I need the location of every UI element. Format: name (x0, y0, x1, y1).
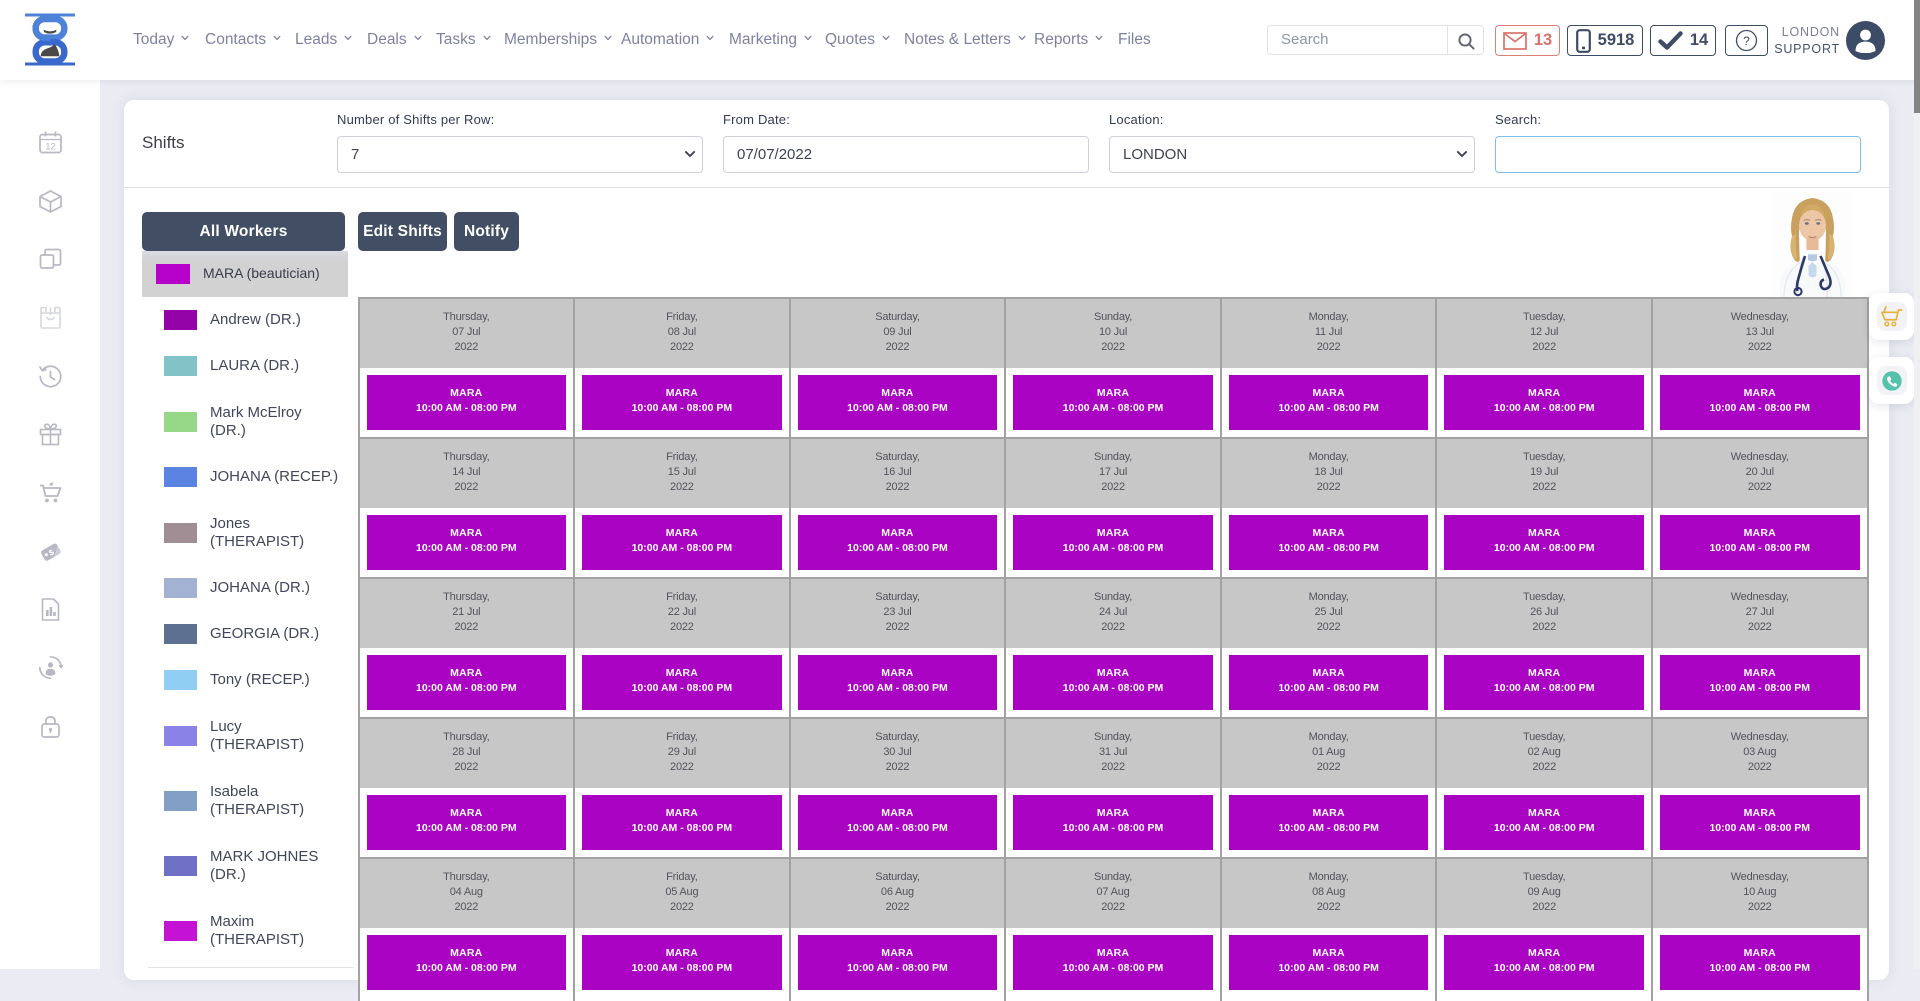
svg-text:12: 12 (45, 142, 56, 153)
